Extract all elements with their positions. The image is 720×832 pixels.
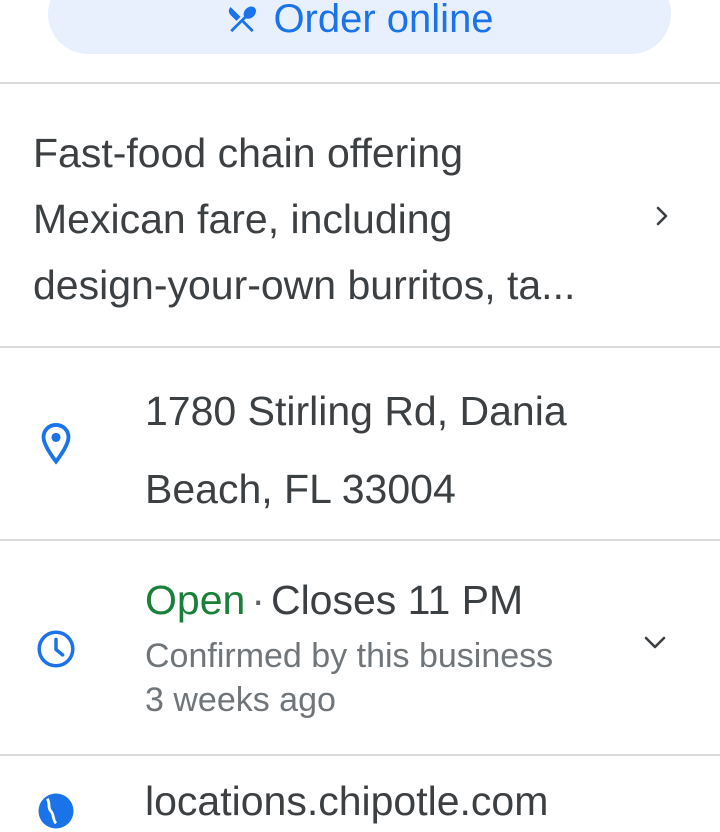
divider: [0, 82, 720, 84]
order-online-button[interactable]: Order online: [48, 0, 671, 54]
clock-icon: [37, 630, 75, 668]
business-description[interactable]: Fast-food chain offering Mexican fare, i…: [33, 120, 653, 318]
confirmed-line-2: 3 weeks ago: [145, 681, 336, 719]
hours-separator: ·: [251, 577, 265, 623]
closing-time: Closes 11 PM: [270, 577, 524, 623]
description-line: Fast-food chain offering: [33, 130, 463, 176]
chevron-right-icon[interactable]: [652, 202, 674, 230]
order-online-label: Order online: [273, 0, 494, 41]
description-line: design-your-own burritos, ta...: [33, 262, 576, 308]
utensils-icon: [229, 6, 257, 33]
address-line-1: 1780 Stirling Rd, Dania: [145, 388, 567, 434]
address[interactable]: 1780 Stirling Rd, Dania Beach, FL 33004: [145, 372, 685, 528]
hours-status[interactable]: Open · Closes 11 PM: [145, 572, 523, 628]
location-pin-icon: [41, 423, 71, 465]
divider: [0, 754, 720, 756]
description-line: Mexican fare, including: [33, 196, 453, 242]
divider: [0, 539, 720, 541]
globe-icon: [38, 793, 74, 829]
chevron-down-icon[interactable]: [640, 632, 670, 654]
open-status: Open: [145, 577, 246, 623]
address-line-2: Beach, FL 33004: [145, 466, 456, 512]
divider: [0, 346, 720, 348]
confirmed-line-1: Confirmed by this business: [145, 637, 554, 675]
website-link[interactable]: locations.chipotle.com: [145, 778, 548, 825]
hours-confirmation: Confirmed by this business 3 weeks ago: [145, 634, 625, 722]
